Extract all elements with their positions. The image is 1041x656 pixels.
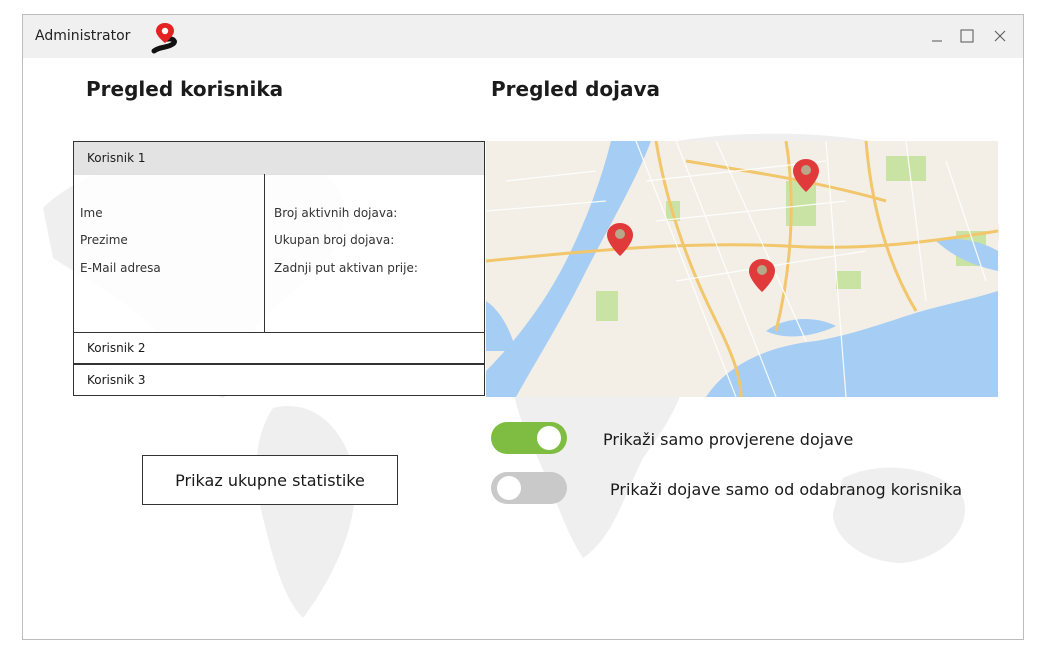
reports-heading: Pregled dojava bbox=[491, 77, 661, 101]
user-detail-panel: Ime Prezime E-Mail adresa Broj aktivnih … bbox=[73, 174, 485, 333]
close-icon[interactable] bbox=[989, 25, 1011, 47]
toggle-knob bbox=[537, 426, 561, 450]
verified-reports-label: Prikaži samo provjerene dojave bbox=[603, 430, 854, 449]
toggle-knob bbox=[497, 476, 521, 500]
last-name-label: Prezime bbox=[80, 233, 128, 247]
total-statistics-button[interactable]: Prikaz ukupne statistike bbox=[142, 455, 398, 505]
selected-user-reports-toggle[interactable] bbox=[491, 472, 567, 504]
user-list: Korisnik 1 Ime Prezime E-Mail adresa Bro… bbox=[73, 141, 485, 397]
verified-reports-toggle[interactable] bbox=[491, 422, 567, 454]
last-active-label: Zadnji put aktivan prije: bbox=[274, 261, 418, 275]
first-name-label: Ime bbox=[80, 206, 103, 220]
user-item-label: Korisnik 3 bbox=[87, 373, 146, 387]
detail-divider bbox=[264, 174, 265, 332]
user-item-3[interactable]: Korisnik 3 bbox=[73, 364, 485, 396]
active-reports-label: Broj aktivnih dojava: bbox=[274, 206, 398, 220]
app-window: Administrator Pregled korisnika Pregled … bbox=[22, 14, 1024, 640]
window-title: Administrator bbox=[35, 28, 131, 44]
minimize-icon[interactable] bbox=[926, 25, 948, 47]
selected-user-reports-label: Prikaži dojave samo od odabranog korisni… bbox=[610, 480, 963, 499]
user-item-2[interactable]: Korisnik 2 bbox=[73, 332, 485, 364]
title-bar: Administrator bbox=[23, 15, 1023, 58]
reports-map[interactable] bbox=[486, 141, 998, 397]
maximize-icon[interactable] bbox=[956, 25, 978, 47]
user-item-label: Korisnik 1 bbox=[87, 151, 146, 165]
total-reports-label: Ukupan broj dojava: bbox=[274, 233, 395, 247]
route-pin-logo-icon bbox=[151, 23, 177, 54]
user-item-1[interactable]: Korisnik 1 bbox=[73, 141, 485, 175]
email-label: E-Mail adresa bbox=[80, 261, 161, 275]
user-item-label: Korisnik 2 bbox=[87, 341, 146, 355]
users-heading: Pregled korisnika bbox=[86, 77, 284, 101]
